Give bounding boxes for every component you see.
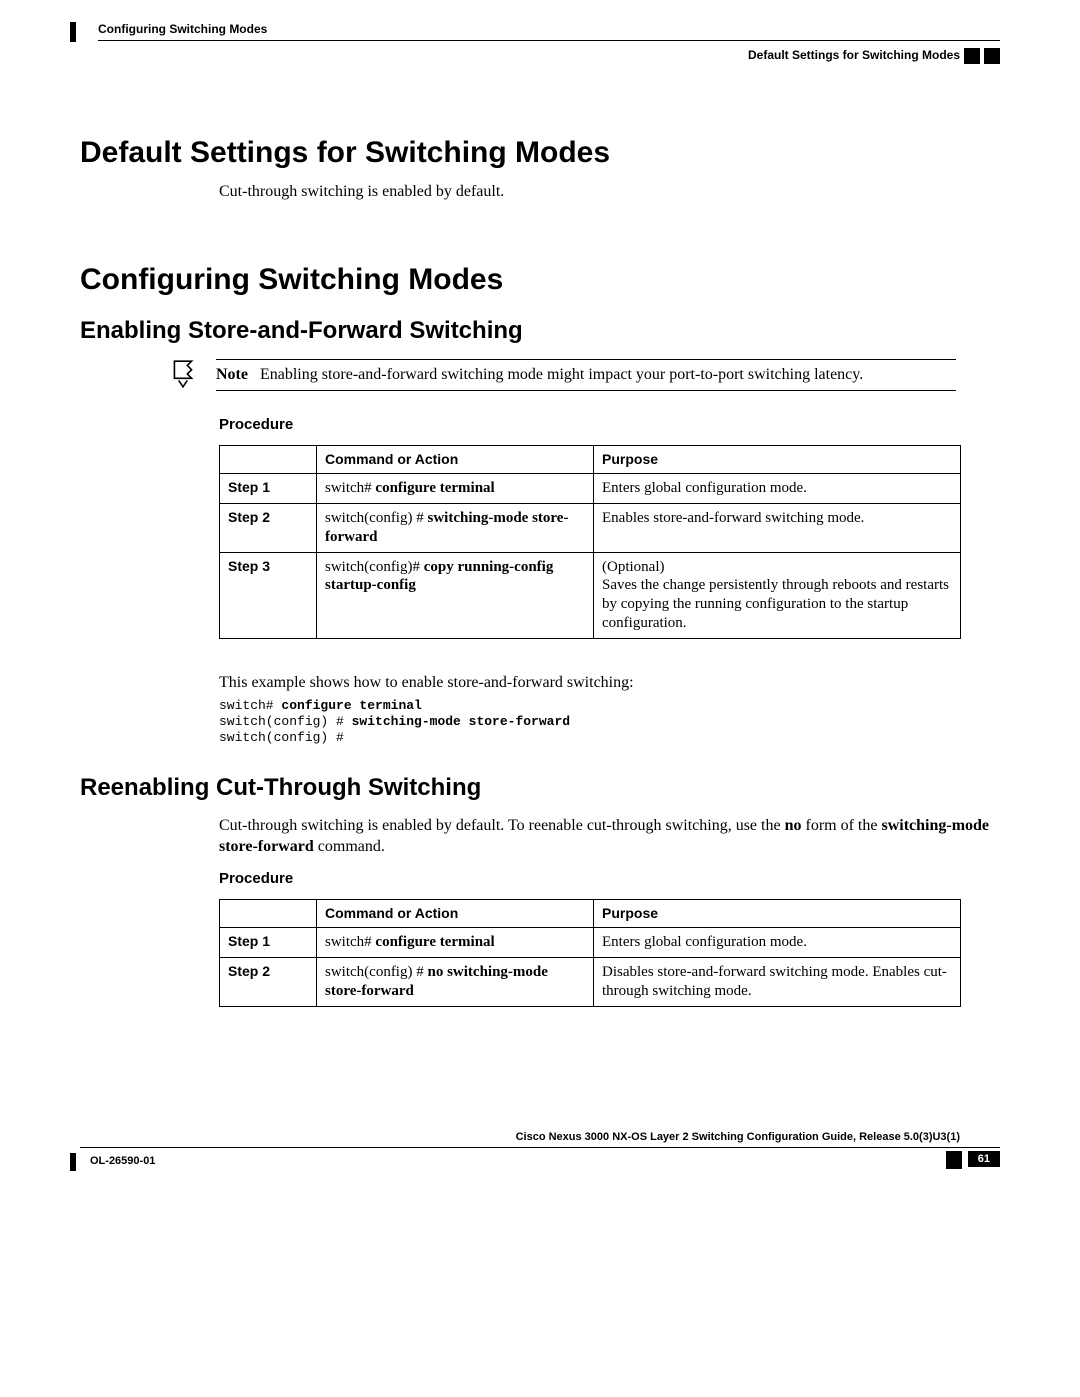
col-command: Command or Action — [317, 899, 594, 928]
table-row: Step 1 switch# configure terminal Enters… — [220, 928, 961, 958]
procedure-table-1: Command or Action Purpose Step 1 switch#… — [219, 445, 961, 639]
code-bold: switching-mode store-forward — [352, 714, 570, 729]
table-row: Step 2 switch(config) # switching-mode s… — [220, 504, 961, 553]
body-text-span: Cut-through switching is enabled by defa… — [219, 817, 785, 834]
note-block: Note Enabling store-and-forward switching… — [170, 359, 1000, 394]
header-block-icon — [984, 48, 1000, 64]
purpose-cell: Enters global configuration mode. — [594, 474, 961, 504]
table-header-row: Command or Action Purpose — [220, 445, 961, 474]
body-text-span: command. — [314, 838, 385, 855]
footer-rule — [80, 1147, 1000, 1148]
cmd-prefix: switch(config)# — [325, 559, 424, 575]
page: Configuring Switching Modes Default Sett… — [0, 0, 1080, 1207]
page-number: 61 — [968, 1151, 1000, 1167]
step-cell: Step 2 — [220, 958, 317, 1007]
heading-configuring: Configuring Switching Modes — [80, 263, 1000, 297]
command-cell: switch(config)# copy running-config star… — [317, 552, 594, 638]
page-footer: Cisco Nexus 3000 NX-OS Layer 2 Switching… — [80, 1127, 1000, 1177]
example-intro: This example shows how to enable store-a… — [219, 674, 1000, 692]
cmd-prefix: switch# — [325, 934, 375, 950]
col-command: Command or Action — [317, 445, 594, 474]
reenable-body: Cut-through switching is enabled by defa… — [219, 816, 1000, 858]
footer-doc-title: Cisco Nexus 3000 NX-OS Layer 2 Switching… — [516, 1131, 960, 1143]
purpose-cell: Enables store-and-forward switching mode… — [594, 504, 961, 553]
purpose-cell: Enters global configuration mode. — [594, 928, 961, 958]
col-purpose: Purpose — [594, 899, 961, 928]
table-row: Step 3 switch(config)# copy running-conf… — [220, 552, 961, 638]
page-header: Configuring Switching Modes Default Sett… — [80, 20, 1000, 76]
heading-reenable: Reenabling Cut-Through Switching — [80, 774, 1000, 802]
table-row: Step 2 switch(config) # no switching-mod… — [220, 958, 961, 1007]
footer-ol: OL-26590-01 — [90, 1155, 155, 1167]
note-text: Note Enabling store-and-forward switching… — [216, 366, 956, 384]
footer-block-icon — [946, 1151, 962, 1169]
cmd-bold: configure terminal — [375, 480, 494, 496]
step-cell: Step 1 — [220, 928, 317, 958]
purpose-cell: Disables store-and-forward switching mod… — [594, 958, 961, 1007]
header-rule — [98, 40, 1000, 41]
col-purpose: Purpose — [594, 445, 961, 474]
note-label: Note — [216, 366, 248, 383]
note-icon — [170, 359, 202, 394]
body-text-span: form of the — [801, 817, 881, 834]
command-cell: switch(config) # no switching-mode store… — [317, 958, 594, 1007]
section-ref: Default Settings for Switching Modes — [748, 48, 960, 62]
heading-defaults: Default Settings for Switching Modes — [80, 136, 1000, 170]
step-cell: Step 3 — [220, 552, 317, 638]
header-mark-icon — [70, 22, 76, 42]
defaults-body: Cut-through switching is enabled by defa… — [219, 182, 1000, 203]
header-block-icon — [964, 48, 980, 64]
step-cell: Step 2 — [220, 504, 317, 553]
example-code: switch# configure terminal switch(config… — [219, 698, 1000, 747]
code-line: switch(config) # — [219, 714, 352, 729]
cmd-prefix: switch(config) # — [325, 964, 427, 980]
procedure-label: Procedure — [219, 870, 1000, 887]
purpose-cell: (Optional) Saves the change persistently… — [594, 552, 961, 638]
command-cell: switch# configure terminal — [317, 928, 594, 958]
command-cell: switch# configure terminal — [317, 474, 594, 504]
command-cell: switch(config) # switching-mode store-fo… — [317, 504, 594, 553]
note-content: Enabling store-and-forward switching mod… — [260, 366, 863, 383]
col-step — [220, 445, 317, 474]
code-line: switch# — [219, 698, 281, 713]
procedure-label: Procedure — [219, 416, 1000, 433]
code-bold: configure terminal — [281, 698, 421, 713]
footer-mark-icon — [70, 1153, 76, 1171]
note-bottom-rule — [216, 390, 956, 391]
cmd-bold: configure terminal — [375, 934, 494, 950]
step-cell: Step 1 — [220, 474, 317, 504]
cmd-prefix: switch(config) # — [325, 510, 427, 526]
col-step — [220, 899, 317, 928]
note-top-rule — [216, 359, 956, 360]
body-bold: no — [785, 817, 802, 834]
heading-enable-saf: Enabling Store-and-Forward Switching — [80, 317, 1000, 345]
procedure-table-2: Command or Action Purpose Step 1 switch#… — [219, 899, 961, 1007]
cmd-prefix: switch# — [325, 480, 375, 496]
table-header-row: Command or Action Purpose — [220, 899, 961, 928]
chapter-label: Configuring Switching Modes — [98, 22, 267, 36]
table-row: Step 1 switch# configure terminal Enters… — [220, 474, 961, 504]
code-line: switch(config) # — [219, 730, 344, 745]
